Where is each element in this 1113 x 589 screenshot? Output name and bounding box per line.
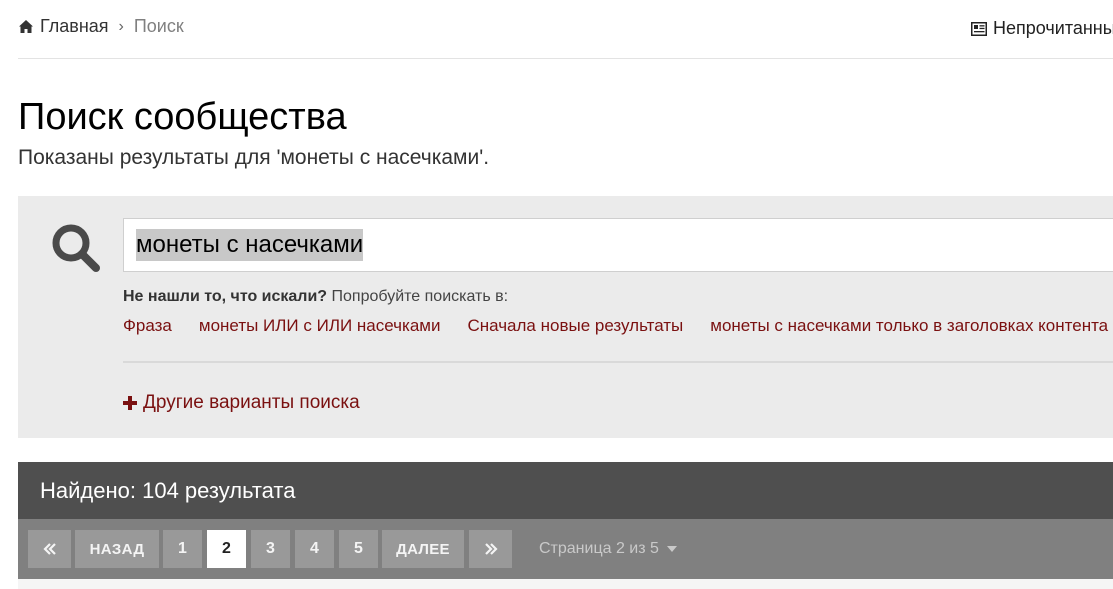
caret-down-icon bbox=[666, 546, 677, 552]
alt-search-titles-only[interactable]: монеты с насечками только в заголовках к… bbox=[710, 316, 1108, 336]
results-header: Найдено: 104 результата bbox=[18, 462, 1113, 519]
search-hint-bold: Не нашли то, что искали? bbox=[123, 288, 328, 305]
page-1-button[interactable]: 1 bbox=[163, 530, 202, 568]
search-divider bbox=[123, 361, 1113, 363]
search-hint: Не нашли то, что искали? Попробуйте поис… bbox=[123, 288, 508, 306]
breadcrumb-current: Поиск bbox=[133, 16, 184, 36]
top-bar: Главная › Поиск Непрочитанные bbox=[18, 0, 1113, 59]
double-chevron-left-icon bbox=[42, 543, 56, 555]
alt-search-newest[interactable]: Сначала новые результаты bbox=[467, 316, 683, 336]
pagination: НАЗАД 1 2 3 4 5 ДАЛЕЕ Страница 2 из 5 bbox=[18, 519, 1113, 579]
plus-icon bbox=[123, 396, 137, 410]
unread-label: Непрочитанные bbox=[993, 18, 1113, 38]
breadcrumb-home-label: Главная bbox=[40, 16, 109, 36]
page-3-button[interactable]: 3 bbox=[251, 530, 290, 568]
search-input[interactable]: монеты с насечками bbox=[123, 218, 1113, 272]
page-info-dropdown[interactable]: Страница 2 из 5 bbox=[539, 540, 677, 558]
search-alternatives: Фраза монеты ИЛИ с ИЛИ насечками Сначала… bbox=[123, 316, 1113, 336]
double-chevron-right-icon bbox=[484, 543, 498, 555]
first-page-button[interactable] bbox=[28, 530, 71, 568]
search-icon bbox=[52, 224, 100, 272]
home-icon bbox=[19, 20, 33, 33]
search-hint-text: Попробуйте поискать в: bbox=[327, 288, 509, 305]
page-title: Поиск сообщества bbox=[18, 96, 347, 138]
search-query-text: монеты с насечками bbox=[136, 229, 364, 261]
results-count: Найдено: 104 результата bbox=[40, 478, 296, 503]
page-2-button[interactable]: 2 bbox=[207, 530, 246, 568]
breadcrumb: Главная › Поиск bbox=[18, 16, 184, 37]
more-search-options-link[interactable]: Другие варианты поиска bbox=[123, 392, 360, 414]
prev-page-button[interactable]: НАЗАД bbox=[75, 530, 159, 568]
alt-search-phrase[interactable]: Фраза bbox=[123, 316, 172, 336]
next-page-button[interactable]: ДАЛЕЕ bbox=[382, 530, 464, 568]
unread-link[interactable]: Непрочитанные bbox=[971, 18, 1113, 39]
last-page-button[interactable] bbox=[469, 530, 512, 568]
page-subtitle: Показаны результаты для 'монеты с насечк… bbox=[18, 146, 490, 169]
more-search-options-label: Другие варианты поиска bbox=[143, 392, 360, 413]
newspaper-icon bbox=[971, 21, 987, 36]
page-5-button[interactable]: 5 bbox=[339, 530, 378, 568]
breadcrumb-home-link[interactable]: Главная bbox=[18, 16, 109, 37]
search-panel: монеты с насечками Не нашли то, что иска… bbox=[18, 196, 1113, 438]
breadcrumb-separator-icon: › bbox=[118, 17, 124, 35]
page-info-label: Страница 2 из 5 bbox=[539, 540, 659, 557]
page-bottom-strip bbox=[18, 579, 1113, 589]
page-4-button[interactable]: 4 bbox=[295, 530, 334, 568]
alt-search-or[interactable]: монеты ИЛИ с ИЛИ насечками bbox=[199, 316, 441, 336]
